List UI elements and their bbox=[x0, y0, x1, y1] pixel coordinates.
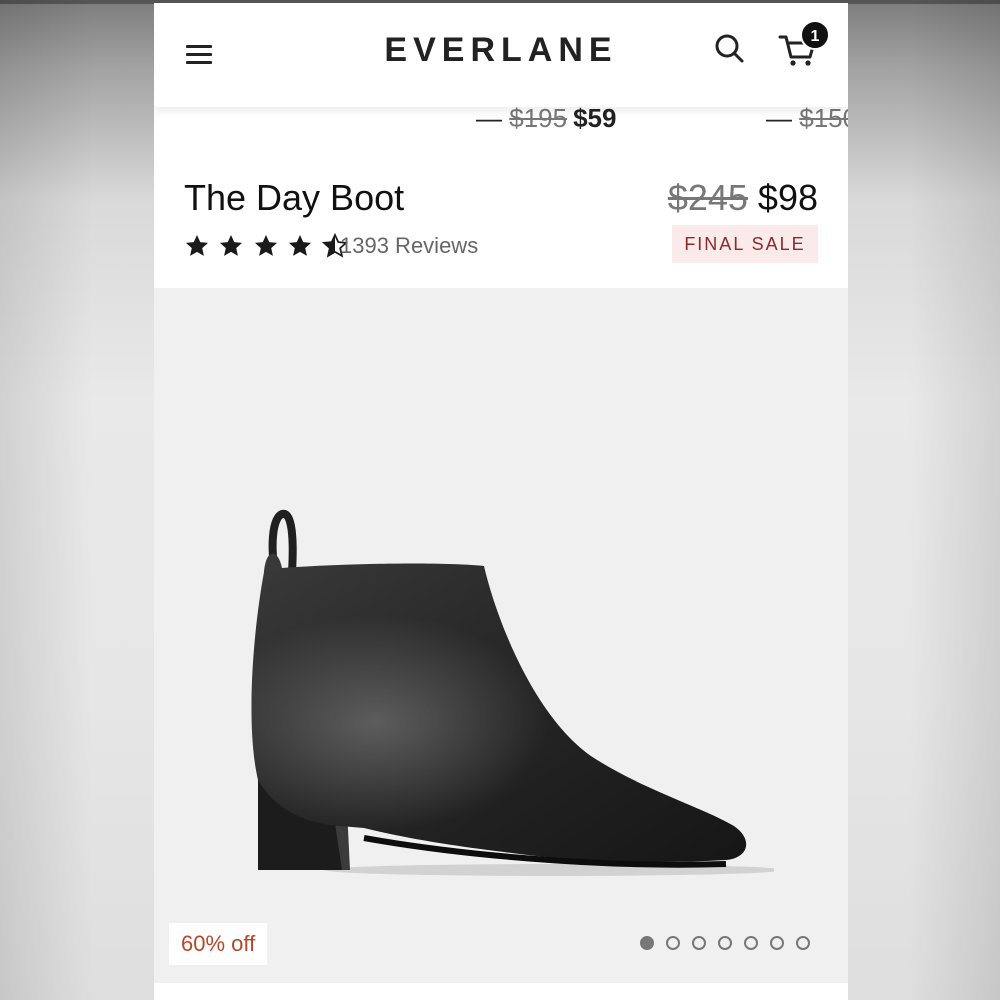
product-title: The Day Boot bbox=[184, 177, 405, 218]
ankle-boot-image bbox=[251, 509, 774, 876]
carousel-price-2[interactable]: — $150 bbox=[766, 103, 848, 134]
product-image-gallery[interactable]: 60% off bbox=[154, 288, 848, 983]
right-backdrop bbox=[848, 0, 1000, 1000]
search-icon[interactable] bbox=[714, 33, 746, 65]
star-full-icon bbox=[220, 234, 243, 256]
gallery-dot[interactable] bbox=[666, 936, 680, 950]
gallery-dot[interactable] bbox=[770, 936, 784, 950]
gallery-dot[interactable] bbox=[718, 936, 732, 950]
product-price: $245 $98 bbox=[668, 177, 818, 219]
gallery-dot[interactable] bbox=[744, 936, 758, 950]
star-full-icon bbox=[254, 234, 277, 256]
star-full-icon bbox=[289, 234, 312, 256]
carousel-price-1[interactable]: — $195 $59 bbox=[476, 103, 616, 134]
gallery-dot[interactable] bbox=[692, 936, 706, 950]
sale-price: $98 bbox=[757, 177, 818, 218]
site-header: EVERLANE 1 bbox=[154, 3, 848, 107]
carousel-original-price: $195 bbox=[509, 103, 568, 133]
discount-tag: 60% off bbox=[169, 923, 268, 965]
gallery-pagination bbox=[640, 936, 822, 954]
phone-screen: EVERLANE 1 — $195$59 — $150 The Day Boot… bbox=[154, 3, 848, 1000]
original-price: $245 bbox=[667, 177, 748, 218]
left-backdrop bbox=[0, 0, 154, 1000]
carousel-original-price: $150 bbox=[799, 103, 848, 133]
cart-count-badge: 1 bbox=[800, 20, 830, 50]
reviews-link[interactable]: 1393 Reviews bbox=[340, 233, 478, 259]
final-sale-badge: FINAL SALE bbox=[672, 225, 818, 263]
star-rating[interactable] bbox=[184, 233, 352, 259]
gallery-dot[interactable] bbox=[796, 936, 810, 950]
bottom-strip bbox=[154, 983, 848, 1000]
carousel-sale-price: $59 bbox=[573, 103, 617, 133]
star-full-icon bbox=[185, 234, 209, 256]
gallery-dot[interactable] bbox=[640, 936, 654, 950]
